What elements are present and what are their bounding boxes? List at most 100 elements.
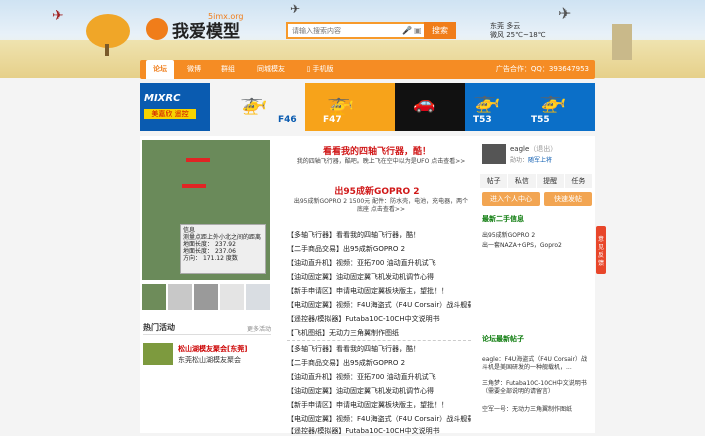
overlay-line: 方向： 171.12 度数	[183, 255, 238, 262]
tree-trunk	[105, 44, 109, 56]
event-thumbnail[interactable]	[143, 343, 173, 365]
event-title[interactable]: 松山湖模友聚会[东莞]	[178, 344, 247, 354]
banner-panel-t53-t55: 🚁 T53 🚁 T55	[465, 83, 595, 131]
thread-link[interactable]: 【油动直升机】视频：亚拓700 油动直升机试飞	[287, 258, 471, 268]
tower-illustration	[612, 24, 632, 60]
banner-model-f47: F47	[323, 115, 342, 125]
search-box: 🎤 ▣ 搜索	[286, 22, 456, 39]
main-content: 信息 测量点距上外小北之间的距离 地面长度： 237.92 地面长度： 237.…	[140, 136, 595, 436]
thread-link[interactable]: 【多轴飞行器】看看我的四轴飞行器，酷！	[287, 230, 471, 240]
thread-link[interactable]: 【油动固定翼】油动固定翼飞机发动机调节心得	[287, 386, 471, 396]
camera-icon[interactable]: ▣	[414, 26, 422, 35]
username[interactable]: eagle（退出）	[510, 144, 557, 154]
thread-link[interactable]: 【新手申请区】申请电动固定翼板块版主，望批！！	[287, 400, 471, 410]
thread-link[interactable]: 【新手申请区】申请电动固定翼板块版主，望批！！	[287, 286, 471, 296]
biplane-icon: ✈	[52, 8, 64, 24]
forum-post-item[interactable]: 三角梦：Futaba10C-10CH中文说明书（需要全部说明的请留言）	[482, 380, 592, 396]
microphone-icon[interactable]: 🎤	[402, 26, 412, 35]
overlay-line: 地面长度： 237.92	[183, 241, 236, 248]
overlay-line: 地面长度： 237.06	[183, 248, 236, 255]
helicopter-icon: 🚁	[327, 91, 355, 116]
thread-link[interactable]: 【油动直升机】视频：亚拓700 油动直升机试飞	[287, 372, 471, 382]
quick-post-button[interactable]: 快速发帖	[544, 192, 592, 206]
tab-reminders[interactable]: 提醒	[536, 174, 565, 188]
thread-link[interactable]: 【二手商品交易】出95成新GOPRO 2	[287, 358, 471, 368]
headline-2-desc: 出95成新GOPRO 2 1500元 配件：防水壳，电池，充电器，两个底座 点击…	[293, 198, 469, 213]
search-button[interactable]: 搜索	[424, 22, 456, 39]
thread-link[interactable]: 【二手商品交易】出95成新GOPRO 2	[287, 244, 471, 254]
logo-ball-icon	[146, 18, 168, 40]
secondhand-item[interactable]: 出95成新GOPRO 2	[482, 230, 592, 239]
user-rank: 勋功：随军上将	[510, 157, 553, 164]
more-events-link[interactable]: 更多活动	[247, 324, 271, 333]
banner-brand-panel: MIXRC 美嘉欣 遥控	[140, 83, 210, 131]
hot-events-title: 热门活动	[143, 323, 175, 332]
banner-brand: MIXRC	[144, 93, 181, 104]
user-tabs: 帖子 私信 提醒 任务	[480, 174, 593, 188]
thread-link[interactable]: 【遥控器/模拟器】Futaba10C-10CH中文说明书	[287, 426, 471, 436]
headline-1[interactable]: 看看我的四轴飞行器，酷！	[283, 144, 471, 157]
airplane-icon: ✈	[558, 4, 572, 23]
forum-post-item[interactable]: eagle：F4U海盗式（F4U Corsair）战斗机是美国研发的一种舰载机，…	[482, 356, 592, 372]
nav-mobile-label: 手机版	[312, 65, 334, 73]
logo-domain: 5imx.org	[208, 12, 244, 21]
tab-posts[interactable]: 帖子	[480, 174, 509, 188]
thumbnail[interactable]	[168, 284, 192, 310]
helicopter-icon: 🚁	[473, 89, 501, 114]
forum-post-item[interactable]: 空军一号：无动力三角翼制作图纸	[482, 406, 592, 414]
tab-tasks[interactable]: 任务	[564, 174, 593, 188]
main-nav: 论坛 微博 群组 同城模友 ▯ 手机版 广告合作：QQ：393647953	[140, 60, 595, 79]
thread-link[interactable]: 【多轴飞行器】看看我的四轴飞行器，酷！	[287, 344, 471, 354]
avatar[interactable]	[482, 144, 506, 164]
center-column: 看看我的四轴飞行器，酷！ 我的四轴飞行器，酷吧。晚上飞在空中以为是UFO 点击查…	[283, 136, 471, 436]
tree-illustration	[86, 14, 130, 48]
event-subtitle: 东莞松山湖模友聚会	[178, 356, 241, 364]
banner-model-f46: F46	[278, 115, 297, 125]
thumbnail[interactable]	[220, 284, 244, 310]
thread-link[interactable]: 【遥控器/模拟器】Futaba10C-10CH中文说明书	[287, 314, 471, 324]
car-icon: 🚗	[413, 93, 436, 114]
helicopter-icon: 🚁	[539, 89, 567, 114]
secondhand-title: 最新二手信息	[482, 215, 524, 223]
thread-link[interactable]: 【油动固定翼】油动固定翼飞机发动机调节心得	[287, 272, 471, 282]
forum-latest-title: 论坛最新帖子	[482, 335, 524, 343]
banner-model-t53: T53	[473, 115, 492, 125]
banner-panel-f47: 🚁 F47	[305, 83, 395, 131]
ad-banner[interactable]: MIXRC 美嘉欣 遥控 🚁 F46 🚁 F47 🚗 🚁 T53 🚁 T55	[140, 83, 595, 131]
overlay-line: 信息	[183, 227, 196, 234]
tab-messages[interactable]: 私信	[508, 174, 537, 188]
banner-panel-car: 🚗	[395, 83, 465, 131]
featured-photo[interactable]: 信息 测量点距上外小北之间的距离 地面长度： 237.92 地面长度： 237.…	[142, 140, 270, 280]
ad-contact[interactable]: 广告合作：QQ：393647953	[496, 60, 589, 79]
nav-mobile[interactable]: ▯ 手机版	[300, 60, 340, 79]
nav-weibo[interactable]: 微博	[180, 60, 208, 79]
thread-link[interactable]: 【飞机图纸】无动力三角翼制作图纸	[287, 328, 471, 338]
small-plane-icon: ✈	[290, 2, 301, 16]
overlay-line: 测量点距上外小北之间的距离	[183, 234, 262, 241]
banner-tag: 美嘉欣 遥控	[144, 109, 196, 119]
banner-model-t55: T55	[531, 115, 550, 125]
divider	[143, 334, 271, 335]
right-sidebar: eagle（退出） 勋功：随军上将 帖子 私信 提醒 任务 进入个人中心 快速发…	[478, 136, 595, 433]
helicopter-icon: 🚁	[240, 91, 268, 116]
red-arrow	[186, 158, 210, 162]
weather-widget: 东莞 多云 微风 25℃~18℃	[490, 22, 546, 40]
thread-link[interactable]: 【电动固定翼】视频：F4U海盗式（F4U Corsair）战斗舰载	[287, 414, 471, 424]
feedback-button[interactable]: 意见反馈	[596, 226, 606, 274]
dashed-divider	[287, 340, 471, 341]
photo-thumbnails	[142, 284, 270, 310]
map-measure-overlay: 信息 测量点距上外小北之间的距离 地面长度： 237.92 地面长度： 237.…	[180, 224, 266, 274]
personal-center-button[interactable]: 进入个人中心	[482, 192, 540, 206]
nav-groups[interactable]: 群组	[214, 60, 242, 79]
red-arrow	[182, 184, 206, 188]
thread-link[interactable]: 【电动固定翼】视频：F4U海盗式（F4U Corsair）战斗舰载	[287, 300, 471, 310]
secondhand-item[interactable]: 出一套NAZA+GPS，Gopro2	[482, 240, 592, 249]
nav-local-friends[interactable]: 同城模友	[250, 60, 292, 79]
thumbnail[interactable]	[142, 284, 166, 310]
thumbnail[interactable]	[246, 284, 270, 310]
nav-forum[interactable]: 论坛	[146, 60, 174, 79]
thumbnail[interactable]	[194, 284, 218, 310]
search-input[interactable]	[292, 25, 410, 37]
weather-temp: 微风 25℃~18℃	[490, 31, 546, 39]
headline-2[interactable]: 出95成新GOPRO 2	[283, 184, 471, 197]
